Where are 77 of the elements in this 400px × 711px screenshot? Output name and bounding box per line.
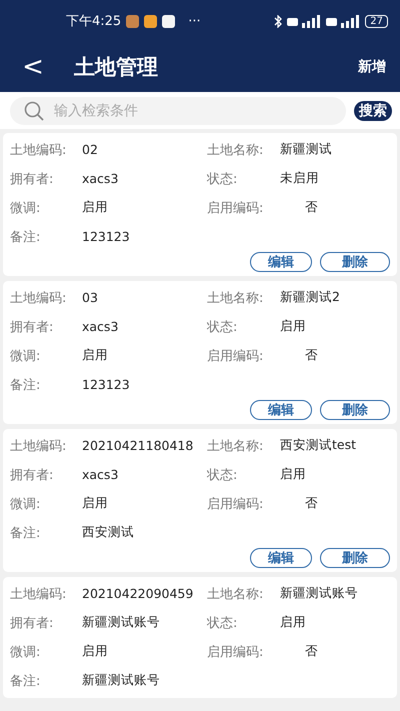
field-label: 启用编码: [207,200,264,216]
delete-button[interactable]: 删除 [320,400,390,420]
field-value: 03 [82,290,99,305]
field-label: 状态: [207,318,238,336]
field-value: 02 [82,142,99,157]
field-value: 启用 [82,199,109,216]
signal-icon [287,14,322,28]
field-label: 拥有者: [10,170,54,188]
field-value: xacs3 [82,467,120,482]
more-notifications: ··· [188,14,201,28]
field-label: 状态: [207,614,238,632]
signal-icon [326,14,360,28]
delete-button[interactable]: 删除 [320,548,390,568]
field-value: 西安测试 [82,524,135,541]
field-value: 新疆测试2 [280,289,341,306]
field-label: 启用编码: [207,644,264,660]
field-value: xacs3 [82,171,120,186]
field-value: xacs3 [82,319,120,334]
field-label: 微调: [10,200,42,216]
field-label: 备注: [10,524,42,542]
field-label: 备注: [10,376,42,394]
field-label: 状态: [207,170,238,188]
field-label: 土地编码: [10,290,68,306]
field-value: 启用 [280,466,307,483]
field-label: 启用编码: [207,348,264,364]
status-time: 下午4:25 [66,13,122,30]
bluetooth-icon [274,14,282,28]
edit-button[interactable]: 编辑 [250,252,312,272]
field-value: 新疆测试账号 [82,672,161,689]
field-value: 123123 [82,229,131,244]
field-value: 否 [304,199,319,216]
app-notification-icon [144,14,158,28]
page-title: 土地管理 [74,54,159,81]
field-value: 启用 [82,495,109,512]
field-label: 土地编码: [10,586,68,602]
back-button[interactable]: < [18,52,48,82]
field-label: 备注: [10,228,42,246]
field-value: 新疆测试 [280,141,333,158]
field-value: 启用 [280,318,307,335]
field-value: 否 [304,495,319,512]
field-value: 新疆测试账号 [82,614,161,631]
add-button[interactable]: 新增 [358,58,386,76]
field-label: 备注: [10,672,42,690]
field-label: 土地编码: [10,438,68,454]
field-value: 启用 [82,643,109,660]
field-label: 土地编码: [10,142,68,158]
field-value: 启用 [280,614,307,631]
field-value: 西安测试test [280,437,358,454]
app-notification-icon [126,14,140,28]
field-label: 微调: [10,348,42,364]
field-label: 土地名称: [207,438,264,454]
app-notification-icon [162,14,176,28]
edit-button[interactable]: 编辑 [250,400,312,420]
field-label: 拥有者: [10,466,54,484]
field-value: 123123 [82,377,131,392]
search-button[interactable]: 搜索 [354,100,392,120]
field-label: 土地名称: [207,142,264,158]
battery-indicator: 27 [365,14,388,28]
field-value: 否 [304,347,319,364]
field-value: 新疆测试账号 [280,585,359,602]
field-label: 拥有者: [10,318,54,336]
field-value: 否 [304,643,319,660]
field-value: 20210421180418 [82,438,194,453]
field-value: 启用 [82,347,109,364]
field-label: 状态: [207,466,238,484]
delete-button[interactable]: 删除 [320,252,390,272]
field-value: 20210422090459 [82,586,194,601]
field-label: 启用编码: [207,496,264,512]
field-label: 土地名称: [207,586,264,602]
search-icon [24,100,44,120]
search-field[interactable]: 输入检索条件 [10,96,346,124]
field-label: 拥有者: [10,614,54,632]
field-label: 土地名称: [207,290,264,306]
field-label: 微调: [10,496,42,512]
field-value: 未启用 [280,170,320,187]
field-label: 微调: [10,644,42,660]
edit-button[interactable]: 编辑 [250,548,312,568]
